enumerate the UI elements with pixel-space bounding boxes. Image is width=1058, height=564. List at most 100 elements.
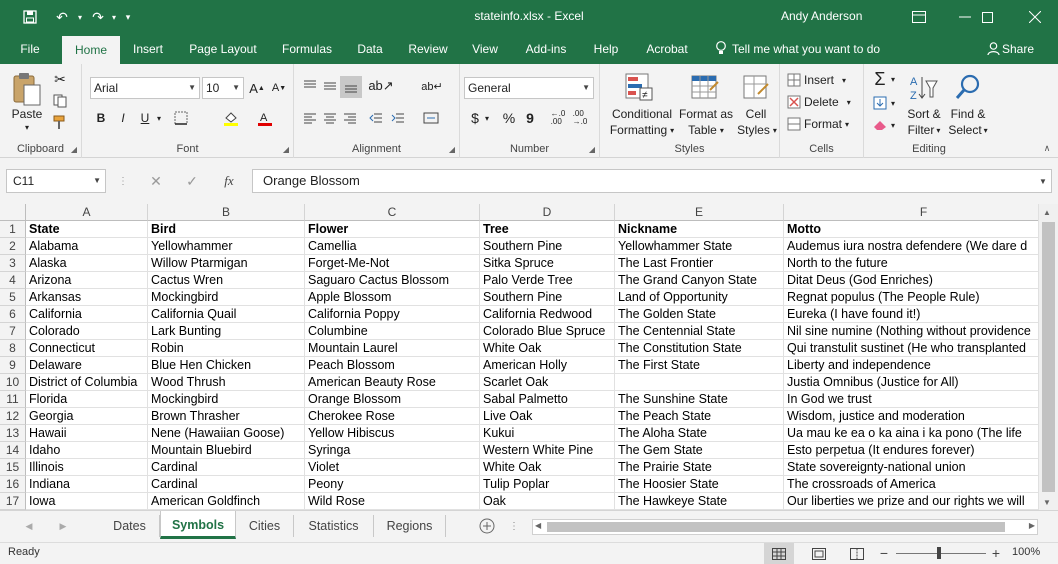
- scroll-up-icon[interactable]: ▲: [1043, 208, 1051, 217]
- row-header[interactable]: 13: [0, 425, 26, 442]
- zoom-slider-track[interactable]: [896, 553, 986, 554]
- cell-f1[interactable]: Motto: [784, 221, 1038, 238]
- row-header[interactable]: 15: [0, 459, 26, 476]
- format-as-table-icon[interactable]: [688, 70, 722, 104]
- tab-page-layout[interactable]: Page Layout: [182, 34, 264, 64]
- cell-b4[interactable]: Cactus Wren: [148, 272, 305, 289]
- cell-f5[interactable]: Regnat populus (The People Rule): [784, 289, 1038, 306]
- accounting-dropdown-icon[interactable]: ▾: [482, 108, 492, 128]
- fill-dropdown-icon[interactable]: ▾: [888, 94, 898, 112]
- cell-e11[interactable]: The Sunshine State: [615, 391, 784, 408]
- tab-data[interactable]: Data: [350, 34, 390, 64]
- number-format-select[interactable]: General ▼: [464, 77, 594, 99]
- insert-cells-button[interactable]: Insert ▾: [804, 72, 862, 88]
- fill-icon[interactable]: [870, 94, 890, 112]
- comma-style-button[interactable]: 9: [522, 108, 538, 128]
- paste-dropdown-icon[interactable]: ▾: [20, 122, 34, 132]
- cell-f4[interactable]: Ditat Deus (God Enriches): [784, 272, 1038, 289]
- format-cells-button[interactable]: Format ▾: [804, 116, 862, 132]
- sort-filter-label-1[interactable]: Sort &: [902, 106, 946, 122]
- cell-d4[interactable]: Palo Verde Tree: [480, 272, 615, 289]
- cell-a10[interactable]: District of Columbia: [26, 374, 148, 391]
- increase-font-size-icon[interactable]: A ▲: [248, 78, 266, 98]
- bottom-align-icon[interactable]: [340, 76, 362, 98]
- user-name[interactable]: Andy Anderson: [781, 9, 862, 23]
- close-icon[interactable]: [1012, 0, 1058, 34]
- cell-c12[interactable]: Cherokee Rose: [305, 408, 480, 425]
- percent-style-button[interactable]: %: [500, 108, 518, 128]
- column-header-c[interactable]: C: [305, 204, 480, 221]
- column-header-a[interactable]: A: [26, 204, 148, 221]
- font-color-icon[interactable]: A: [254, 108, 276, 128]
- name-box[interactable]: C11 ▼: [6, 169, 106, 193]
- paste-icon[interactable]: [10, 70, 44, 108]
- cell-b6[interactable]: California Quail: [148, 306, 305, 323]
- cell-a6[interactable]: California: [26, 306, 148, 323]
- cell-a7[interactable]: Colorado: [26, 323, 148, 340]
- bold-button[interactable]: B: [92, 108, 110, 128]
- cell-b9[interactable]: Blue Hen Chicken: [148, 357, 305, 374]
- cell-f6[interactable]: Eureka (I have found it!): [784, 306, 1038, 323]
- row-header[interactable]: 1: [0, 221, 26, 238]
- prev-sheet-icon[interactable]: ◀: [22, 519, 36, 533]
- row-header[interactable]: 14: [0, 442, 26, 459]
- cell-b1[interactable]: Bird: [148, 221, 305, 238]
- row-header[interactable]: 4: [0, 272, 26, 289]
- increase-indent-icon[interactable]: [388, 108, 408, 128]
- cell-c1[interactable]: Flower: [305, 221, 480, 238]
- cell-b7[interactable]: Lark Bunting: [148, 323, 305, 340]
- cell-c4[interactable]: Saguaro Cactus Blossom: [305, 272, 480, 289]
- paste-button[interactable]: Paste: [8, 106, 46, 122]
- cell-e14[interactable]: The Gem State: [615, 442, 784, 459]
- cell-c3[interactable]: Forget-Me-Not: [305, 255, 480, 272]
- vertical-scrollbar[interactable]: ▲ ▼: [1038, 204, 1058, 510]
- sheet-tab-statistics[interactable]: Statistics: [294, 515, 374, 537]
- cell-d9[interactable]: American Holly: [480, 357, 615, 374]
- insert-function-icon[interactable]: fx: [216, 170, 242, 192]
- underline-dropdown-icon[interactable]: ▾: [154, 108, 164, 128]
- align-right-icon[interactable]: [340, 108, 360, 128]
- ribbon-display-options-icon[interactable]: [896, 0, 942, 34]
- cell-a13[interactable]: Hawaii: [26, 425, 148, 442]
- cell-e8[interactable]: The Constitution State: [615, 340, 784, 357]
- cell-b8[interactable]: Robin: [148, 340, 305, 357]
- scroll-right-icon[interactable]: ▶: [1029, 521, 1035, 530]
- maximize-icon[interactable]: [964, 0, 1010, 34]
- cell-a8[interactable]: Connecticut: [26, 340, 148, 357]
- delete-cells-icon[interactable]: [786, 94, 802, 110]
- cell-f8[interactable]: Qui transtulit sustinet (He who transpla…: [784, 340, 1038, 357]
- cell-b2[interactable]: Yellowhammer: [148, 238, 305, 255]
- format-cells-icon[interactable]: [786, 116, 802, 132]
- cell-e4[interactable]: The Grand Canyon State: [615, 272, 784, 289]
- page-layout-view-icon[interactable]: [804, 543, 834, 564]
- tab-help[interactable]: Help: [586, 34, 626, 64]
- tab-home[interactable]: Home: [62, 36, 120, 64]
- cell-b13[interactable]: Nene (Hawaiian Goose): [148, 425, 305, 442]
- tab-acrobat[interactable]: Acrobat: [638, 34, 696, 64]
- cell-d6[interactable]: California Redwood: [480, 306, 615, 323]
- cell-styles-icon[interactable]: [740, 70, 772, 104]
- cell-e5[interactable]: Land of Opportunity: [615, 289, 784, 306]
- accounting-format-button[interactable]: $: [468, 108, 482, 128]
- cell-a9[interactable]: Delaware: [26, 357, 148, 374]
- font-dialog-launcher-icon[interactable]: ◢: [283, 145, 289, 154]
- cell-d10[interactable]: Scarlet Oak: [480, 374, 615, 391]
- format-painter-icon[interactable]: [50, 114, 70, 132]
- cell-e1[interactable]: Nickname: [615, 221, 784, 238]
- cell-c14[interactable]: Syringa: [305, 442, 480, 459]
- scroll-down-icon[interactable]: ▼: [1043, 498, 1051, 507]
- row-header[interactable]: 9: [0, 357, 26, 374]
- expand-formula-bar-icon[interactable]: ▼: [1036, 173, 1050, 189]
- autosum-dropdown-icon[interactable]: ▾: [888, 70, 898, 88]
- autosum-icon[interactable]: Σ: [870, 68, 890, 90]
- vertical-scroll-thumb[interactable]: [1042, 222, 1055, 492]
- cell-a15[interactable]: Illinois: [26, 459, 148, 476]
- cell-c9[interactable]: Peach Blossom: [305, 357, 480, 374]
- sort-filter-label-2[interactable]: Filter ▾: [902, 122, 946, 138]
- clear-dropdown-icon[interactable]: ▾: [888, 116, 898, 134]
- decrease-decimal-icon[interactable]: .00 →.0: [570, 108, 590, 128]
- select-all-corner[interactable]: [0, 204, 26, 221]
- fill-color-icon[interactable]: [220, 108, 242, 128]
- cell-b16[interactable]: Cardinal: [148, 476, 305, 493]
- clear-icon[interactable]: [870, 116, 890, 134]
